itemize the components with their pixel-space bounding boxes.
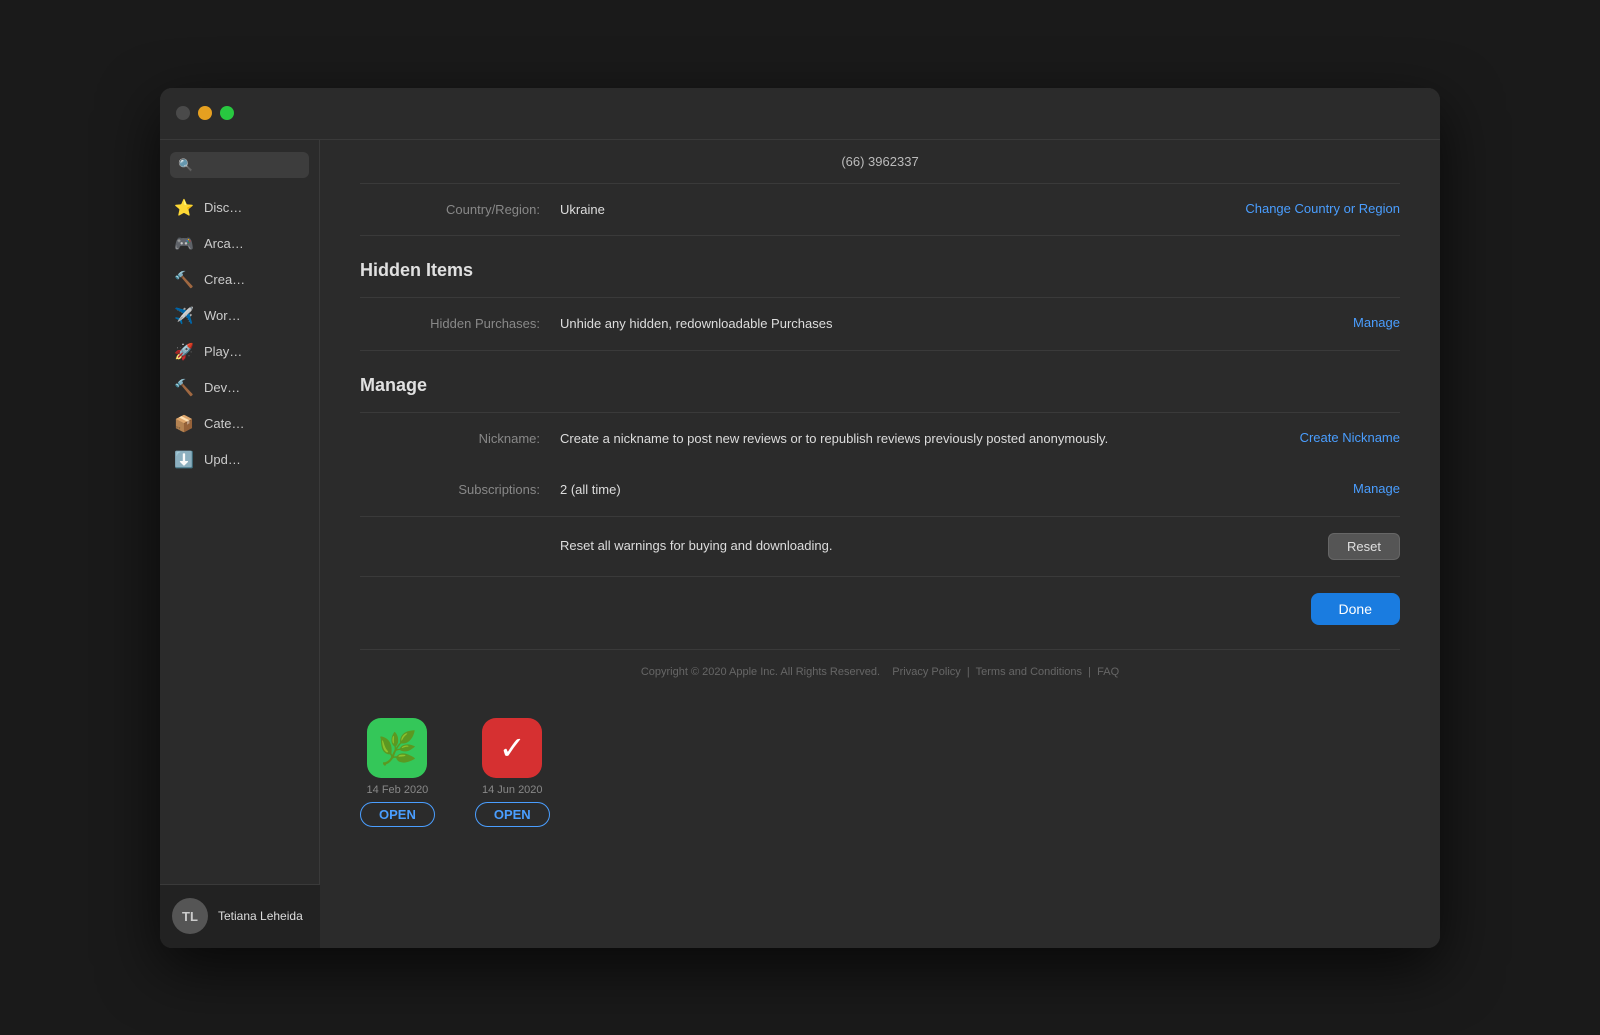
- phone-number: (66) 3962337: [360, 140, 1400, 183]
- reset-row: Reset all warnings for buying and downlo…: [360, 517, 1400, 576]
- faq-link[interactable]: FAQ: [1097, 666, 1119, 678]
- hidden-purchases-row: Hidden Purchases: Unhide any hidden, red…: [360, 298, 1400, 350]
- play-icon: 🚀: [174, 342, 194, 362]
- search-bar[interactable]: 🔍: [170, 152, 309, 178]
- discover-icon: ⭐: [174, 198, 194, 218]
- country-label: Country/Region:: [360, 200, 560, 217]
- hidden-purchases-label: Hidden Purchases:: [360, 314, 560, 331]
- titlebar: [160, 88, 1440, 140]
- manage-subscriptions-link[interactable]: Manage: [1353, 481, 1400, 496]
- app-item-1: 🌿 14 Feb 2020 OPEN: [360, 718, 435, 827]
- app2-open-button[interactable]: OPEN: [475, 802, 550, 827]
- traffic-lights: [176, 106, 234, 120]
- done-container: Done: [360, 577, 1400, 649]
- country-region-row: Country/Region: Ukraine Change Country o…: [360, 184, 1400, 236]
- sidebar: 🔍 ⭐ Disc… 🎮 Arca… 🔨 Crea… ✈️ Wor… 🚀 Play…: [160, 88, 320, 948]
- nickname-row: Nickname: Create a nickname to post new …: [360, 413, 1400, 465]
- minimize-button[interactable]: [198, 106, 212, 120]
- avatar: TL: [172, 898, 208, 934]
- sidebar-item-label: Play…: [204, 344, 242, 359]
- create-nickname-action: Create Nickname: [1300, 429, 1400, 447]
- work-icon: ✈️: [174, 306, 194, 326]
- maximize-button[interactable]: [220, 106, 234, 120]
- manage-title: Manage: [360, 351, 1400, 412]
- close-button[interactable]: [176, 106, 190, 120]
- search-icon: 🔍: [178, 158, 193, 172]
- sidebar-item-label: Cate…: [204, 416, 244, 431]
- subscriptions-row: Subscriptions: 2 (all time) Manage: [360, 464, 1400, 516]
- create-icon: 🔨: [174, 270, 194, 290]
- reset-action: Reset: [1328, 533, 1400, 560]
- change-country-link[interactable]: Change Country or Region: [1245, 201, 1400, 216]
- app-window: 🔍 ⭐ Disc… 🎮 Arca… 🔨 Crea… ✈️ Wor… 🚀 Play…: [160, 88, 1440, 948]
- sidebar-item-label: Wor…: [204, 308, 241, 323]
- app1-open-button[interactable]: OPEN: [360, 802, 435, 827]
- user-name: Tetiana Leheida: [218, 909, 303, 923]
- arcade-icon: 🎮: [174, 234, 194, 254]
- app-item-2: ✓ 14 Jun 2020 OPEN: [475, 718, 550, 827]
- privacy-policy-link[interactable]: Privacy Policy: [892, 666, 960, 678]
- country-value: Ukraine: [560, 200, 1245, 220]
- change-country-action: Change Country or Region: [1245, 200, 1400, 218]
- app-icon-green: 🌿: [367, 718, 427, 778]
- app-icon-red: ✓: [482, 718, 542, 778]
- sidebar-item-label: Arca…: [204, 236, 244, 251]
- terms-conditions-link[interactable]: Terms and Conditions: [976, 666, 1082, 678]
- hidden-purchases-value: Unhide any hidden, redownloadable Purcha…: [560, 314, 1353, 334]
- scroll-content: (66) 3962337 Country/Region: Ukraine Cha…: [320, 140, 1440, 948]
- reset-warning-text: Reset all warnings for buying and downlo…: [560, 536, 1328, 556]
- sidebar-item-play[interactable]: 🚀 Play…: [160, 334, 319, 370]
- categories-icon: 📦: [174, 414, 194, 434]
- hidden-items-title: Hidden Items: [360, 236, 1400, 297]
- sidebar-item-label: Crea…: [204, 272, 245, 287]
- footer: Copyright © 2020 Apple Inc. All Rights R…: [360, 649, 1400, 702]
- app2-date: 14 Jun 2020: [482, 784, 543, 796]
- sidebar-item-categories[interactable]: 📦 Cate…: [160, 406, 319, 442]
- app1-date: 14 Feb 2020: [367, 784, 429, 796]
- sidebar-item-label: Upd…: [204, 452, 241, 467]
- sidebar-item-updates[interactable]: ⬇️ Upd…: [160, 442, 319, 478]
- sidebar-item-develop[interactable]: 🔨 Dev…: [160, 370, 319, 406]
- develop-icon: 🔨: [174, 378, 194, 398]
- sidebar-item-work[interactable]: ✈️ Wor…: [160, 298, 319, 334]
- nickname-label: Nickname:: [360, 429, 560, 446]
- copyright-text: Copyright © 2020 Apple Inc. All Rights R…: [641, 666, 880, 678]
- nickname-value: Create a nickname to post new reviews or…: [560, 429, 1300, 449]
- app-strip: 🌿 14 Feb 2020 OPEN ✓ 14 Jun 2020 OPEN: [360, 702, 1400, 843]
- sidebar-item-arcade[interactable]: 🎮 Arca…: [160, 226, 319, 262]
- manage-hidden-link[interactable]: Manage: [1353, 315, 1400, 330]
- done-button[interactable]: Done: [1311, 593, 1400, 625]
- subscriptions-value: 2 (all time): [560, 480, 1353, 500]
- create-nickname-link[interactable]: Create Nickname: [1300, 430, 1400, 445]
- sidebar-item-label: Dev…: [204, 380, 240, 395]
- hidden-purchases-action: Manage: [1353, 314, 1400, 332]
- main-content: Change Country or Region t Card PT (66) …: [320, 88, 1440, 948]
- sidebar-item-discover[interactable]: ⭐ Disc…: [160, 190, 319, 226]
- sidebar-item-label: Disc…: [204, 200, 242, 215]
- subscriptions-label: Subscriptions:: [360, 480, 560, 497]
- user-profile: TL Tetiana Leheida: [160, 884, 320, 948]
- subscriptions-action: Manage: [1353, 480, 1400, 498]
- updates-icon: ⬇️: [174, 450, 194, 470]
- sidebar-item-create[interactable]: 🔨 Crea…: [160, 262, 319, 298]
- reset-button[interactable]: Reset: [1328, 533, 1400, 560]
